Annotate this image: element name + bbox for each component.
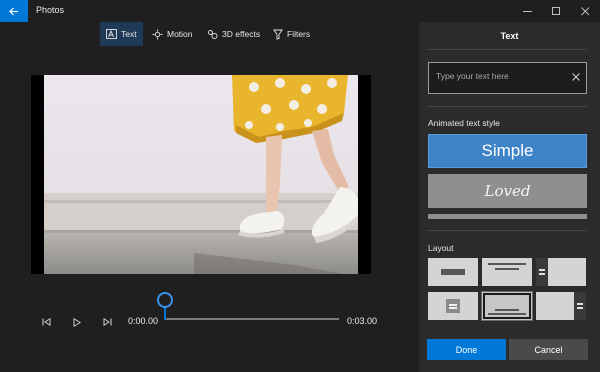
total-time: 0:03.00 [347, 316, 378, 326]
layout-bar [536, 258, 548, 286]
tab-3d-effects-label: 3D effects [222, 29, 261, 39]
layout-option-top-lines[interactable] [482, 258, 532, 286]
maximize-button[interactable] [542, 0, 570, 22]
style-next-partial[interactable] [428, 214, 587, 219]
layout-bar [488, 313, 526, 315]
previous-frame-icon [42, 318, 50, 326]
style-simple[interactable]: Simple [428, 134, 587, 168]
motion-icon [152, 29, 163, 39]
clear-text-button[interactable] [572, 69, 580, 87]
layout-bar [441, 269, 465, 275]
editor-pane: Text Motion 3D effects Filters 0:00.00 0… [0, 22, 419, 372]
preview-image [44, 75, 358, 274]
layout-label: Layout [428, 243, 454, 253]
play-icon [73, 317, 81, 327]
tab-filters-label: Filters [287, 29, 311, 39]
done-button[interactable]: Done [427, 339, 506, 360]
layout-option-left-strip[interactable] [536, 258, 586, 286]
close-window-button[interactable] [571, 0, 599, 22]
app-title: Photos [36, 5, 65, 15]
divider [427, 230, 587, 231]
tab-text-label: Text [121, 29, 137, 39]
back-arrow-icon [9, 7, 18, 15]
layout-bar [449, 307, 457, 309]
layout-option-bottom-lines[interactable] [482, 292, 532, 320]
maximize-icon [551, 6, 560, 15]
cancel-button[interactable]: Cancel [509, 339, 588, 360]
layout-bar [577, 303, 583, 305]
tab-motion[interactable]: Motion [146, 22, 199, 46]
tab-filters[interactable]: Filters [267, 22, 316, 46]
video-preview[interactable] [31, 75, 371, 274]
title-bar: Photos [0, 0, 600, 22]
layout-bar [577, 307, 583, 309]
style-loved-label: Loved [484, 182, 531, 200]
text-input-box[interactable] [428, 62, 587, 94]
timeline-playhead-line [164, 306, 166, 320]
play-button[interactable] [70, 315, 84, 329]
layout-bar [539, 273, 545, 275]
text-input[interactable] [436, 71, 566, 81]
style-loved[interactable]: Loved [428, 174, 587, 208]
layout-option-boxed-center[interactable] [428, 292, 478, 320]
timeline-playhead-handle[interactable] [157, 292, 173, 308]
layout-option-center-bar[interactable] [428, 258, 478, 286]
next-frame-icon [103, 318, 111, 326]
timeline-track[interactable] [166, 318, 339, 320]
preview-photo [44, 75, 358, 274]
text-icon [106, 29, 117, 39]
layout-bar [449, 304, 457, 306]
divider [427, 49, 587, 50]
tab-text[interactable]: Text [100, 22, 143, 46]
layout-bar [495, 309, 519, 311]
previous-frame-button[interactable] [39, 315, 53, 329]
minimize-button[interactable] [513, 0, 541, 22]
current-time: 0:00.00 [128, 316, 159, 326]
text-panel: Text Animated text style Simple Loved La… [419, 22, 600, 372]
3d-effects-icon [208, 29, 218, 39]
layout-option-right-strip[interactable] [536, 292, 586, 320]
style-simple-label: Simple [481, 141, 534, 160]
close-icon [580, 6, 589, 15]
panel-title: Text [500, 31, 519, 41]
layout-bar [495, 268, 519, 270]
next-frame-button[interactable] [100, 315, 114, 329]
layout-bar [446, 299, 460, 313]
divider [427, 106, 587, 107]
tab-3d-effects[interactable]: 3D effects [201, 22, 266, 46]
minimize-icon [522, 10, 532, 12]
tab-motion-label: Motion [167, 29, 193, 39]
animated-text-style-label: Animated text style [428, 118, 500, 128]
filters-icon [273, 29, 283, 40]
layout-bar [539, 269, 545, 271]
layout-bar [488, 263, 526, 265]
back-button[interactable] [0, 0, 28, 22]
layout-bar [574, 292, 586, 320]
clear-icon [572, 73, 580, 81]
